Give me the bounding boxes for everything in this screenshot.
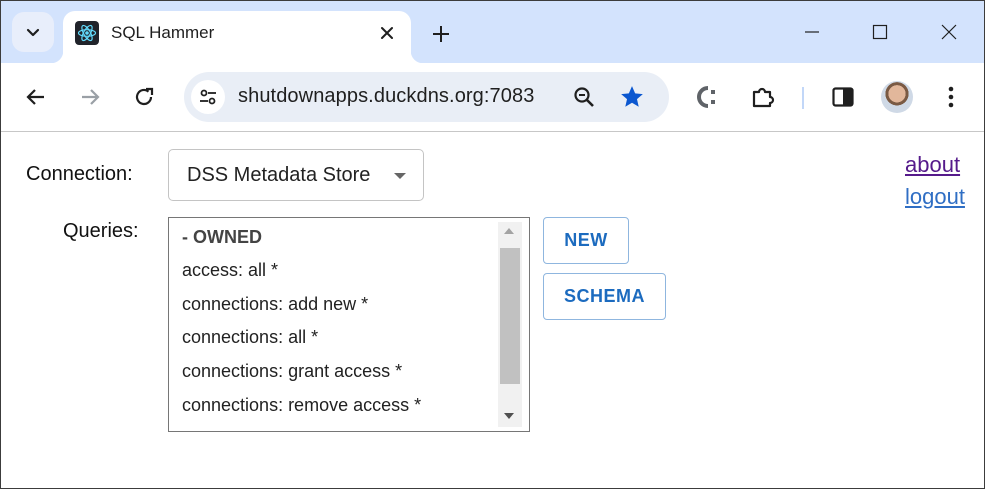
extensions-button[interactable] (745, 79, 781, 115)
list-group-owned: - OWNED (182, 227, 262, 247)
menu-button[interactable] (933, 79, 969, 115)
tab-search-button[interactable] (12, 12, 54, 52)
page-content: Connection: DSS Metadata Store Queries: … (1, 132, 984, 488)
address-bar[interactable]: shutdownapps.duckdns.org:7083 (184, 72, 669, 122)
scrollbar-thumb[interactable] (500, 248, 520, 384)
connection-value: DSS Metadata Store (187, 164, 371, 186)
extension-icon (697, 86, 715, 108)
extension-button[interactable] (690, 79, 726, 115)
list-item[interactable]: connections: add new * (182, 294, 368, 315)
back-button[interactable] (18, 79, 54, 115)
connection-label: Connection: (26, 163, 133, 185)
queries-listbox[interactable]: - OWNED access: all * connections: add n… (168, 217, 530, 432)
list-item[interactable]: access: all * (182, 260, 278, 281)
new-button[interactable]: NEW (543, 217, 629, 264)
zoom-icon (574, 87, 594, 107)
tab-close-button[interactable] (373, 19, 401, 47)
list-item[interactable]: connections: all * (182, 327, 318, 348)
new-tab-button[interactable] (425, 18, 457, 50)
about-link[interactable]: about (905, 152, 960, 178)
queries-label: Queries: (63, 220, 139, 242)
minimize-icon (805, 31, 819, 33)
side-panel-icon (832, 87, 854, 107)
logout-link[interactable]: logout (905, 184, 965, 210)
avatar[interactable] (881, 81, 913, 113)
list-item[interactable]: connections: grant access * (182, 361, 402, 382)
scrollbar[interactable] (498, 222, 522, 427)
forward-button[interactable] (72, 79, 108, 115)
title-bar: SQL Hammer (1, 1, 984, 63)
close-icon (381, 27, 393, 39)
arrow-right-icon (82, 89, 100, 105)
connection-select[interactable]: DSS Metadata Store (168, 149, 424, 201)
schema-button[interactable]: SCHEMA (543, 273, 666, 320)
scroll-down-icon[interactable] (504, 413, 514, 419)
chevron-down-icon (26, 28, 40, 37)
reload-button[interactable] (126, 79, 162, 115)
browser-window: SQL Hammer shutdownapps.duckdns.org:7083… (0, 0, 985, 489)
caret-down-icon (394, 173, 406, 179)
star-icon (621, 86, 643, 107)
plus-icon (433, 26, 449, 42)
reload-icon (135, 87, 154, 106)
scroll-up-icon[interactable] (504, 228, 514, 234)
maximize-icon (872, 24, 888, 40)
zoom-button[interactable] (568, 81, 600, 113)
maximize-button[interactable] (857, 11, 903, 53)
url-text[interactable]: shutdownapps.duckdns.org:7083 (238, 85, 534, 108)
close-icon (941, 24, 957, 40)
arrow-left-icon (26, 89, 44, 105)
side-panel-button[interactable] (825, 79, 861, 115)
list-item[interactable]: connections: remove access * (182, 395, 421, 416)
browser-toolbar: shutdownapps.duckdns.org:7083 (1, 63, 984, 132)
minimize-button[interactable] (789, 11, 835, 53)
toolbar-divider (802, 87, 804, 109)
react-icon (75, 21, 99, 45)
tab-title: SQL Hammer (111, 23, 215, 42)
tab-sql-hammer[interactable]: SQL Hammer (51, 11, 423, 63)
tune-icon (200, 89, 216, 105)
puzzle-icon (752, 87, 775, 108)
more-vert-icon (948, 86, 954, 108)
bookmark-button[interactable] (616, 81, 648, 113)
close-window-button[interactable] (926, 11, 972, 53)
site-info-button[interactable] (191, 80, 225, 114)
